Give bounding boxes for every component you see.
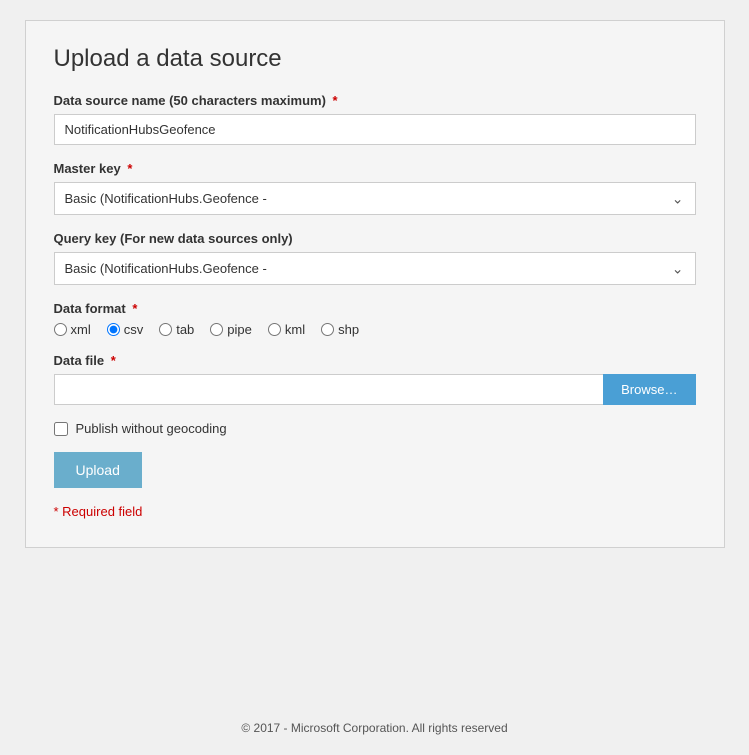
radio-option-tab[interactable]: tab: [159, 322, 194, 337]
upload-button[interactable]: Upload: [54, 452, 142, 488]
radio-xml[interactable]: [54, 323, 67, 336]
data-source-name-group: Data source name (50 characters maximum)…: [54, 93, 696, 145]
radio-option-csv[interactable]: csv: [107, 322, 144, 337]
data-format-label: Data format *: [54, 301, 696, 316]
query-key-select[interactable]: Basic (NotificationHubs.Geofence -: [54, 252, 696, 285]
radio-option-shp[interactable]: shp: [321, 322, 359, 337]
radio-option-kml[interactable]: kml: [268, 322, 305, 337]
data-format-group: Data format * xml csv tab pipe kml: [54, 301, 696, 337]
radio-option-pipe[interactable]: pipe: [210, 322, 252, 337]
browse-button[interactable]: Browse…: [603, 374, 695, 405]
radio-pipe[interactable]: [210, 323, 223, 336]
data-file-group: Data file * Browse…: [54, 353, 696, 405]
master-key-label: Master key *: [54, 161, 696, 176]
required-asterisk-master: *: [124, 161, 133, 176]
data-source-name-input[interactable]: [54, 114, 696, 145]
required-field-note: * Required field: [54, 504, 696, 519]
query-key-group: Query key (For new data sources only) Ba…: [54, 231, 696, 285]
required-asterisk-name: *: [329, 93, 338, 108]
master-key-select[interactable]: Basic (NotificationHubs.Geofence -: [54, 182, 696, 215]
publish-geocoding-group: Publish without geocoding: [54, 421, 696, 436]
file-input-group: Browse…: [54, 374, 696, 405]
data-format-radio-group: xml csv tab pipe kml shp: [54, 322, 696, 337]
radio-option-xml[interactable]: xml: [54, 322, 91, 337]
upload-form-container: Upload a data source Data source name (5…: [25, 20, 725, 548]
radio-shp[interactable]: [321, 323, 334, 336]
required-asterisk-format: *: [129, 301, 138, 316]
master-key-group: Master key * Basic (NotificationHubs.Geo…: [54, 161, 696, 215]
query-key-label: Query key (For new data sources only): [54, 231, 696, 246]
radio-kml[interactable]: [268, 323, 281, 336]
data-source-name-label: Data source name (50 characters maximum)…: [54, 93, 696, 108]
footer-text: © 2017 - Microsoft Corporation. All righ…: [241, 721, 507, 735]
master-key-select-wrapper: Basic (NotificationHubs.Geofence - ⌄: [54, 182, 696, 215]
publish-geocoding-label[interactable]: Publish without geocoding: [76, 421, 227, 436]
required-asterisk-file: *: [107, 353, 116, 368]
radio-tab[interactable]: [159, 323, 172, 336]
page-title: Upload a data source: [54, 45, 696, 73]
radio-csv[interactable]: [107, 323, 120, 336]
footer: © 2017 - Microsoft Corporation. All righ…: [0, 701, 749, 755]
data-file-input[interactable]: [54, 374, 604, 405]
publish-geocoding-checkbox[interactable]: [54, 422, 68, 436]
data-file-label: Data file *: [54, 353, 696, 368]
query-key-select-wrapper: Basic (NotificationHubs.Geofence - ⌄: [54, 252, 696, 285]
